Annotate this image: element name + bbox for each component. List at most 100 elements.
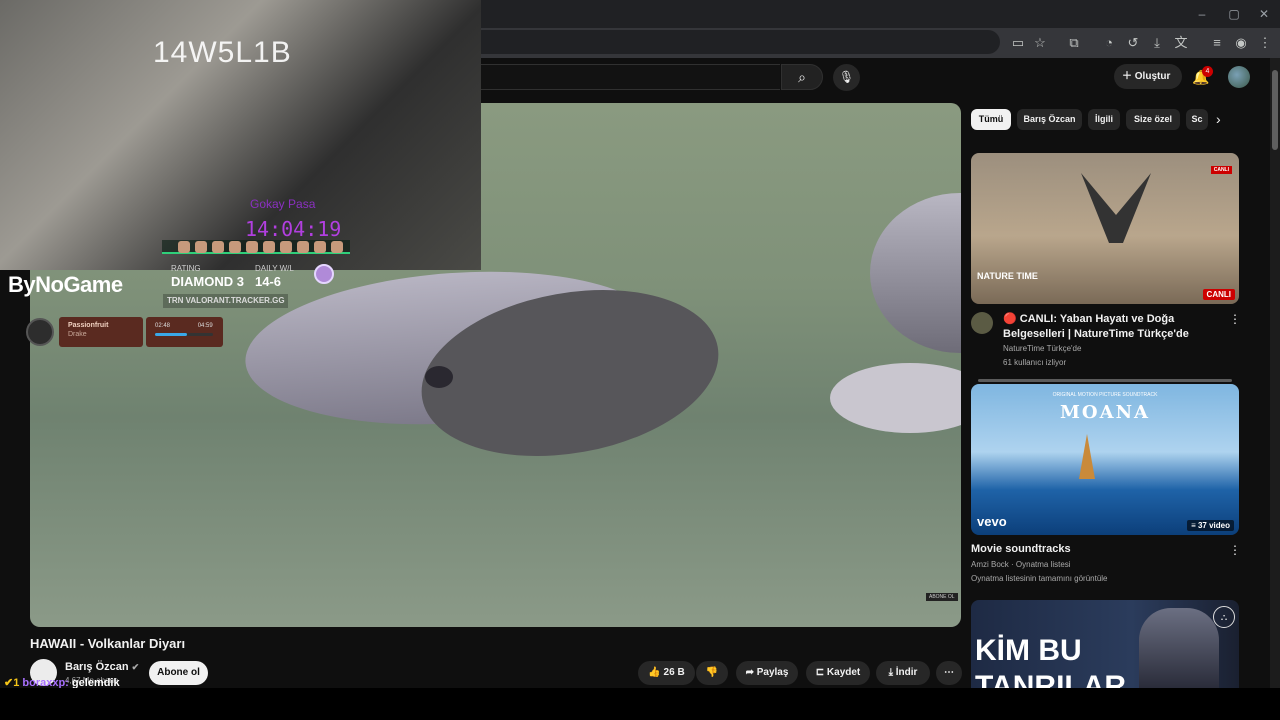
soundtrack-header: ORIGINAL MOTION PICTURE SOUNDTRACK [1052,392,1158,398]
recommendation-thumbnail[interactable]: NATURE TIME CANLI CANLI [971,153,1239,304]
channel-name-text: Barış Özcan [65,661,129,673]
save-label: Kaydet [826,667,861,678]
thumbnail-text-1: KİM BU [975,634,1082,667]
save-button[interactable]: ⊏ Kaydet [806,661,870,685]
extensions-icon[interactable]: ⧉ [1064,33,1084,53]
like-button[interactable]: 👍 26 B [638,661,695,685]
dolphin-shape [830,363,961,433]
bookmark-star-icon[interactable]: ☆ [1030,33,1050,53]
search-icon: ⌕ [798,69,806,85]
verified-icon: ✔ [131,662,140,672]
view-full-playlist-link[interactable]: Oynatma listesinin tamamını görüntüle [971,574,1108,583]
maximize-icon[interactable]: ▢ [1224,4,1244,24]
search-button[interactable]: ⌕ [781,64,823,90]
incognito-icon[interactable]: ◔ [1099,33,1119,53]
chip-related[interactable]: İlgili [1088,109,1120,130]
recommendation-channel[interactable]: Amzi Bock · Oynatma listesi [971,560,1071,569]
more-actions-button[interactable]: ⋯ [936,661,962,685]
voice-search-button[interactable]: 🎙 [833,64,860,91]
more-vertical-icon[interactable]: ⋮ [1229,543,1241,557]
chip-more[interactable]: Sc [1186,109,1208,130]
song-progress-fill [155,333,188,336]
sail-shape [1079,434,1095,479]
sponsor-logo: ByNoGame [8,272,123,297]
plus-icon: ＋ [1122,71,1135,82]
agent-portrait [314,241,326,253]
subscribe-button[interactable]: Abone ol [149,661,208,685]
vevo-logo: vevo [977,514,1007,529]
agent-portrait [297,241,309,253]
recommendation-thumbnail[interactable]: ORIGINAL MOTION PICTURE SOUNDTRACK MOANA… [971,384,1239,535]
scrollbar[interactable] [1270,58,1280,688]
history-icon[interactable]: ↺ [1123,33,1143,53]
rating-label: RATING [171,264,201,273]
thumbs-up-icon: 👍 [648,667,664,678]
create-label: Oluştur [1134,71,1171,82]
movie-logo: MOANA [1060,402,1150,423]
agent-portrait [331,241,343,253]
download-button[interactable]: ⤓ İndir [876,661,930,685]
tracker-label: TRN VALORANT.TRACKER.GG [163,294,288,308]
recommendation-title[interactable]: Movie soundtracks [971,542,1221,557]
cam-username: Gokay Pasa [250,197,316,211]
more-horizontal-icon: ⋯ [944,667,954,678]
agent-portrait [195,241,207,253]
share-label: Paylaş [756,667,789,678]
figure-shape [1139,608,1219,688]
channel-avatar[interactable] [971,312,993,334]
close-icon[interactable]: ✕ [1254,4,1274,24]
chevron-right-icon[interactable]: › [1216,111,1221,127]
rank-icon [314,264,334,284]
channel-logo: NATURE TIME [977,271,1038,281]
video-title: HAWAII - Volkanlar Diyarı [30,636,186,651]
search-input[interactable] [470,64,780,90]
scrollbar-thumb[interactable] [1272,70,1278,150]
agent-portrait [178,241,190,253]
cam-clock: 14:04:19 [245,217,342,241]
address-bar[interactable] [470,30,1000,54]
share-icon: ➦ [745,667,757,678]
download-icon: ⤓ [888,667,896,678]
profile-icon[interactable]: ◉ [1231,33,1251,53]
recommendation-channel[interactable]: NatureTime Türkçe'de [1003,344,1081,353]
share-button[interactable]: ➦ Paylaş [736,661,798,685]
playlist-icon: ≡ [1191,521,1198,530]
agent-row [162,240,350,254]
microphone-icon: 🎙 [838,70,855,84]
recommendation-title[interactable]: 🔴 CANLI: Yaban Hayatı ve Doğa Belgeselle… [1003,312,1225,342]
rating-value: DIAMOND 3 [171,274,244,289]
recommendation-thumbnail[interactable]: KİM BU TANRILAR ⛬ [971,600,1239,688]
song-artist: Drake [68,331,87,338]
live-badge-top: CANLI [1210,166,1232,174]
music-avatar [26,318,54,346]
reading-list-icon[interactable]: ≡ [1207,33,1227,53]
minimize-icon[interactable]: – [1192,4,1212,24]
dislike-button[interactable]: 👎 [696,661,728,685]
subscribe-watermark[interactable]: ABONE OL [926,593,958,601]
playlist-stack-edge [978,379,1232,382]
chip-for-you[interactable]: Size özel [1126,109,1180,130]
cam-code-text: 14W5L1B [153,36,292,69]
user-avatar[interactable] [1228,66,1250,88]
notification-badge: 4 [1202,66,1213,77]
create-button[interactable]: ＋ Oluştur [1114,64,1182,89]
channel-name[interactable]: Barış Özcan ✔ [65,661,139,673]
translate-icon[interactable]: 文 [1171,33,1191,53]
menu-icon[interactable]: ⋮ [1255,33,1275,53]
song-progress: 02:48 04:59 [146,317,223,347]
daily-wl-value: 14-6 [255,274,282,289]
cast-icon[interactable]: ▭ [1008,33,1028,53]
song-title: Passionfruit [68,322,109,329]
daily-wl-label: DAILY W/L [255,264,294,273]
emblem-icon: ⛬ [1213,606,1235,628]
download-label: İndir [895,667,918,678]
live-badge: CANLI [1202,289,1235,300]
playlist-count: 37 video [1197,521,1230,530]
chip-channel[interactable]: Barış Özcan [1017,109,1082,130]
chip-all[interactable]: Tümü [971,109,1011,130]
song-total: 04:59 [197,323,213,329]
agent-portrait [229,241,241,253]
download-icon[interactable]: ⤓ [1147,33,1167,53]
agent-portrait [280,241,292,253]
more-vertical-icon[interactable]: ⋮ [1229,312,1241,326]
